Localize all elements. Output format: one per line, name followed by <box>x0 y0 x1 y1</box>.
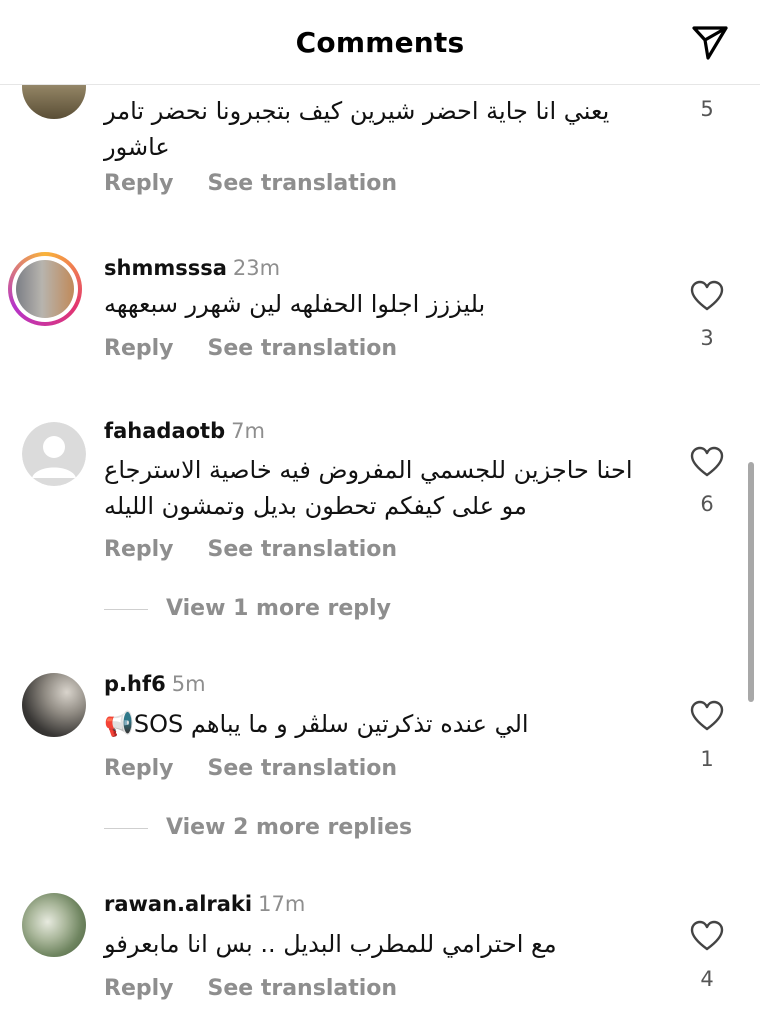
reply-button[interactable]: Reply <box>104 336 174 361</box>
avatar[interactable] <box>8 252 82 326</box>
heart-icon[interactable] <box>690 700 724 732</box>
see-translation-link[interactable]: See translation <box>208 537 398 562</box>
comment-text: يعني انا جاية احضر شيرين كيف بتجبرونا نح… <box>104 97 610 161</box>
like-count: 1 <box>700 747 714 771</box>
comment-item: يعني انا جاية احضر شيرين كيف بتجبرونا نح… <box>0 85 760 196</box>
comments-header: Comments <box>0 0 760 85</box>
comment-item: fahadaotb 7m احنا حاجزين للجسمي المفروض ف… <box>0 419 760 621</box>
comment-text: بليززز اجلوا الحفلهه لين شهرر سبعههه <box>104 290 486 318</box>
view-more-replies-link[interactable]: View 2 more replies <box>104 815 412 840</box>
comment-time: 7m <box>231 419 265 443</box>
reply-divider <box>104 827 148 829</box>
heart-icon[interactable] <box>690 280 724 312</box>
comment-item: shmmsssa 23m بليززز اجلوا الحفلهه لين شهر… <box>0 252 760 372</box>
reply-button[interactable]: Reply <box>104 976 174 1001</box>
see-translation-link[interactable]: See translation <box>208 976 398 1001</box>
comment-item: rawan.alraki 17m مع احترامي للمطرب البديل… <box>0 892 760 1022</box>
heart-icon[interactable] <box>690 920 724 952</box>
view-more-replies-link[interactable]: View 1 more reply <box>104 596 391 621</box>
reply-button[interactable]: Reply <box>104 756 174 781</box>
avatar[interactable] <box>22 85 86 119</box>
like-count: 5 <box>700 97 714 121</box>
avatar[interactable] <box>22 422 86 486</box>
default-avatar-icon <box>22 422 86 486</box>
scrollbar[interactable] <box>748 462 754 702</box>
send-icon[interactable] <box>690 22 730 62</box>
see-translation-link[interactable]: See translation <box>208 756 398 781</box>
comment-actions: Reply See translation <box>104 537 431 562</box>
avatar[interactable] <box>22 673 86 737</box>
comment-username[interactable]: rawan.alraki <box>104 892 252 916</box>
comment-actions: Reply See translation <box>104 336 431 361</box>
heart-icon[interactable] <box>690 446 724 478</box>
comment-username[interactable]: shmmsssa <box>104 256 227 280</box>
avatar[interactable] <box>22 893 86 957</box>
reply-button[interactable]: Reply <box>104 171 174 196</box>
comment-text: مع احترامي للمطرب البديل .. بس انا مابعر… <box>104 930 557 958</box>
comment-username[interactable]: p.hf6 <box>104 672 166 696</box>
see-translation-link[interactable]: See translation <box>208 336 398 361</box>
like-count: 6 <box>700 492 714 516</box>
comment-time: 17m <box>258 892 306 916</box>
comment-actions: Reply See translation <box>104 756 431 781</box>
like-count: 4 <box>700 967 714 991</box>
comment-time: 23m <box>232 256 281 280</box>
comment-text: احنا حاجزين للجسمي المفروض فيه خاصية الا… <box>104 456 633 520</box>
comment-text: الي عنده تذكرتين سلڤر و ما يباهم SOS📢 <box>104 710 529 738</box>
comment-username[interactable]: fahadaotb <box>104 419 225 443</box>
reply-button[interactable]: Reply <box>104 537 174 562</box>
comment-time: 5m <box>171 672 206 696</box>
reply-divider <box>104 608 148 610</box>
comment-item: p.hf6 5m الي عنده تذكرتين سلڤر و ما يباهم… <box>0 672 760 872</box>
comment-actions: Reply See translation <box>104 976 431 1001</box>
comments-list[interactable]: يعني انا جاية احضر شيرين كيف بتجبرونا نح… <box>0 85 760 1024</box>
comment-actions: Reply See translation <box>104 171 431 196</box>
page-title: Comments <box>295 26 465 59</box>
see-translation-link[interactable]: See translation <box>208 171 398 196</box>
like-count: 3 <box>700 326 714 350</box>
